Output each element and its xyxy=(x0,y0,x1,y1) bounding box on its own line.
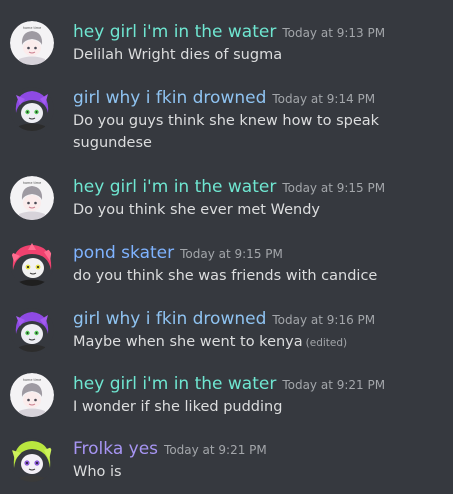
message-text: Do you guys think she knew how to speak … xyxy=(73,113,380,151)
user-avatar[interactable]: home time xyxy=(10,373,54,417)
timestamp: Today at 9:15 PM xyxy=(180,247,283,261)
user-avatar[interactable]: home time xyxy=(10,176,54,220)
message-header: pond skater Today at 9:15 PM xyxy=(73,241,283,266)
message-header: Frolka yes Today at 9:21 PM xyxy=(73,437,267,462)
username[interactable]: girl why i fkin drowned xyxy=(73,309,266,329)
chat-message: Frolka yes Today at 9:21 PM Who is xyxy=(0,437,453,487)
timestamp: Today at 9:21 PM xyxy=(164,443,267,457)
user-avatar[interactable] xyxy=(10,87,54,131)
message-text: do you think she was friends with candic… xyxy=(73,268,378,284)
white-cartoon-avatar-icon: home time xyxy=(10,373,54,417)
avatar-caption: home time xyxy=(23,181,41,185)
chat-message: home time hey girl i'm in the water Today… xyxy=(0,372,453,422)
message-text: Maybe when she went to kenya (edited) xyxy=(73,331,443,354)
timestamp: Today at 9:14 PM xyxy=(272,92,376,106)
timestamp: Today at 9:21 PM xyxy=(282,378,386,392)
lime-hair-avatar-icon xyxy=(10,438,54,482)
timestamp: Today at 9:13 PM xyxy=(282,26,386,40)
chat-message: girl why i fkin drowned Today at 9:14 PM … xyxy=(0,86,453,158)
pink-hair-avatar-icon xyxy=(10,242,54,286)
message-header: hey girl i'm in the water Today at 9:15 P… xyxy=(73,175,385,200)
username[interactable]: girl why i fkin drowned xyxy=(73,88,266,108)
username[interactable]: hey girl i'm in the water xyxy=(73,22,276,42)
chat-message: pond skater Today at 9:15 PM do you think… xyxy=(0,241,453,291)
username[interactable]: hey girl i'm in the water xyxy=(73,177,276,197)
user-avatar[interactable]: home time xyxy=(10,21,54,65)
message-header: girl why i fkin drowned Today at 9:16 PM xyxy=(73,307,375,332)
timestamp: Today at 9:15 PM xyxy=(282,181,386,195)
message-text: Who is xyxy=(73,464,122,480)
avatar-caption: home time xyxy=(23,26,41,30)
purple-hair-avatar-icon xyxy=(10,87,54,131)
timestamp: Today at 9:16 PM xyxy=(272,313,376,327)
message-text-body: Maybe when she went to kenya xyxy=(73,334,303,350)
chat-message: girl why i fkin drowned Today at 9:16 PM … xyxy=(0,307,453,357)
username[interactable]: pond skater xyxy=(73,243,174,263)
white-cartoon-avatar-icon: home time xyxy=(10,176,54,220)
user-avatar[interactable] xyxy=(10,242,54,286)
message-text: Delilah Wright dies of sugma xyxy=(73,47,283,63)
avatar-caption: home time xyxy=(23,378,41,382)
chat-message: home time hey girl i'm in the water Today… xyxy=(0,20,453,70)
chat-message-list: home time hey girl i'm in the water Today… xyxy=(0,0,453,494)
purple-hair-avatar-icon xyxy=(10,308,54,352)
user-avatar[interactable] xyxy=(10,308,54,352)
user-avatar[interactable] xyxy=(10,438,54,482)
username[interactable]: Frolka yes xyxy=(73,439,158,459)
white-cartoon-avatar-icon: home time xyxy=(10,21,54,65)
message-header: girl why i fkin drowned Today at 9:14 PM xyxy=(73,86,375,111)
username[interactable]: hey girl i'm in the water xyxy=(73,374,276,394)
message-header: hey girl i'm in the water Today at 9:13 P… xyxy=(73,20,385,45)
message-text: I wonder if she liked pudding xyxy=(73,399,283,415)
chat-message: home time hey girl i'm in the water Today… xyxy=(0,175,453,225)
edited-label: (edited) xyxy=(305,337,348,349)
message-header: hey girl i'm in the water Today at 9:21 P… xyxy=(73,372,385,397)
message-text: Do you think she ever met Wendy xyxy=(73,202,320,218)
